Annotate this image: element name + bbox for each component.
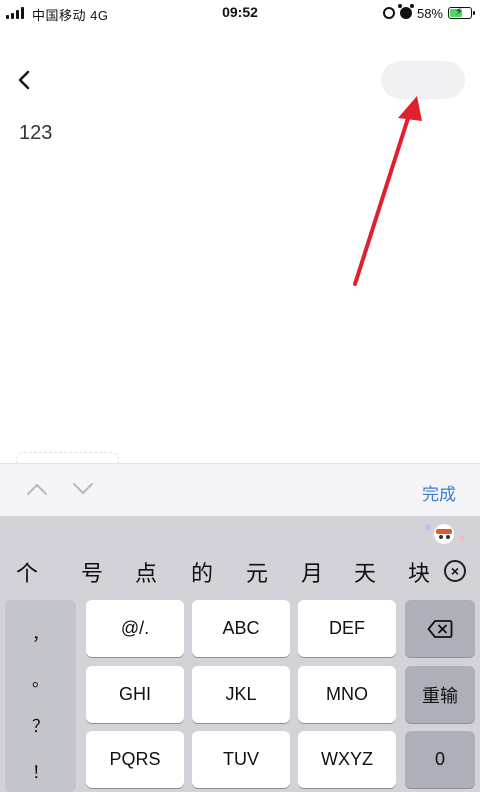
- charging-icon: ⚡: [455, 6, 463, 18]
- key-abc[interactable]: ABC: [192, 600, 290, 657]
- keyboard-toolbar: 完成: [0, 463, 480, 516]
- candidate-word[interactable]: 的: [187, 556, 217, 588]
- candidate-word[interactable]: 月: [297, 556, 327, 588]
- key-ghi[interactable]: GHI: [86, 666, 184, 723]
- candidate-word[interactable]: 号: [77, 556, 107, 588]
- punctuation-key[interactable]: ？: [5, 712, 76, 737]
- status-bar: 中国移动 4G 09:52 58% ⚡: [0, 0, 480, 26]
- close-circle-icon[interactable]: ×: [444, 560, 466, 582]
- retype-button[interactable]: 重输: [405, 666, 475, 723]
- candidate-word[interactable]: 块: [404, 556, 434, 588]
- key-jkl[interactable]: JKL: [192, 666, 290, 723]
- backspace-button[interactable]: [405, 600, 475, 657]
- candidate-bar: 个 号 点 的 元 月 天 块 ×: [0, 550, 480, 594]
- save-button[interactable]: [381, 61, 465, 99]
- note-content[interactable]: 123: [19, 122, 52, 145]
- key-zero[interactable]: 0: [405, 731, 475, 788]
- key-pqrs[interactable]: PQRS: [86, 731, 184, 788]
- key-tuv[interactable]: TUV: [192, 731, 290, 788]
- punctuation-column[interactable]: ， 。 ？ ！: [5, 600, 76, 792]
- key-symbols[interactable]: @/.: [86, 600, 184, 657]
- candidate-word[interactable]: 个: [12, 556, 42, 588]
- chevron-up-icon[interactable]: [26, 482, 48, 496]
- candidate-word[interactable]: 元: [242, 556, 272, 588]
- candidate-word[interactable]: 天: [350, 556, 380, 588]
- key-def[interactable]: DEF: [298, 600, 396, 657]
- key-wxyz[interactable]: WXYZ: [298, 731, 396, 788]
- keyboard: 个 号 点 的 元 月 天 块 × ， 。 ？ ！ @/. ABC DEF GH…: [0, 516, 480, 792]
- punctuation-key[interactable]: ！: [5, 758, 76, 783]
- alarm-icon: [397, 4, 414, 19]
- battery-icon: ⚡: [448, 6, 475, 19]
- battery-percent: 58%: [416, 5, 443, 21]
- done-button[interactable]: 完成: [422, 480, 456, 505]
- chevron-down-icon[interactable]: [72, 482, 94, 496]
- punctuation-key[interactable]: 。: [5, 666, 76, 691]
- chevron-left-icon: [18, 70, 30, 90]
- back-button[interactable]: [10, 66, 38, 94]
- key-mno[interactable]: MNO: [298, 666, 396, 723]
- candidate-word[interactable]: 点: [131, 556, 161, 588]
- status-right-group: 58% ⚡: [382, 4, 475, 22]
- backspace-icon: [427, 619, 453, 638]
- lock-rotation-icon: [382, 7, 395, 19]
- punctuation-key[interactable]: ，: [5, 620, 76, 645]
- ime-mascot-icon[interactable]: [422, 520, 470, 546]
